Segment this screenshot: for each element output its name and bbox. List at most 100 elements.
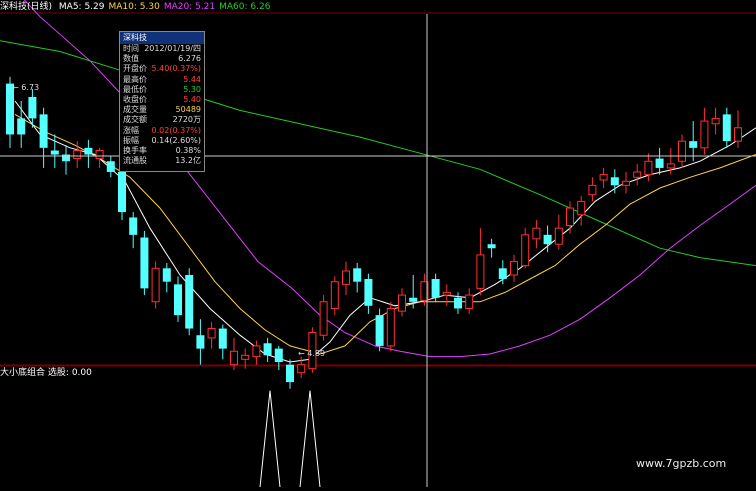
tooltip-row: 流通股 13.2亿 — [120, 156, 204, 166]
tooltip-value: 5.44 — [183, 74, 201, 84]
candle-body — [532, 227, 541, 240]
tooltip-key: 流通股 — [123, 156, 147, 166]
ma20-line — [23, 0, 756, 358]
indicator-signal-peak — [259, 390, 281, 488]
candle-body — [409, 297, 418, 302]
candle-body — [454, 297, 462, 309]
candle-body — [95, 150, 104, 160]
tooltip-value: 5.30 — [183, 84, 201, 94]
candle-body — [566, 207, 574, 226]
tooltip-row: 涨幅 0.02(0.37%) — [120, 126, 204, 136]
tooltip-value: 6.276 — [178, 54, 201, 64]
candle-body — [577, 200, 586, 216]
candle-body — [666, 163, 675, 169]
candle-body — [689, 141, 698, 148]
tooltip-row: 成交额 2720万 — [120, 115, 204, 125]
tooltip-row: 最低价 5.30 — [120, 85, 204, 95]
tooltip-key: 涨幅 — [123, 125, 139, 135]
tooltip-row: 时间 2012/01/19/四 — [120, 44, 204, 54]
candle-body — [375, 315, 384, 346]
tooltip-key: 收盘价 — [123, 95, 147, 105]
tooltip-row: 数值 6.276 — [120, 54, 204, 64]
tooltip-value: 0.02(0.37%) — [151, 125, 201, 135]
tooltip-row: 收盘价 5.40 — [120, 95, 204, 105]
candle-body — [330, 281, 339, 309]
candle-body — [151, 267, 160, 303]
chart-header: 深科技(日线) MA5: 5.29 MA10: 5.30 MA20: 5.21 MA6… — [0, 2, 278, 13]
tooltip-key: 成交额 — [123, 115, 147, 125]
candle-body — [106, 161, 115, 172]
indicator-header: 大小底组合 选股: 0.00 — [0, 368, 92, 379]
candle-body — [185, 275, 194, 329]
ma-legend-item: MA60: 6.26 — [219, 2, 271, 12]
tooltip-value: 13.2亿 — [175, 156, 201, 166]
candle-body — [218, 328, 227, 349]
tooltip-row: 振幅 0.14(2.60%) — [120, 136, 204, 146]
tooltip-title: 深科技 — [120, 32, 204, 44]
candle-body — [722, 114, 731, 142]
candle-body — [230, 350, 238, 366]
tooltip-key: 数值 — [123, 54, 139, 64]
candle-body — [633, 171, 642, 178]
candle-body — [140, 237, 149, 289]
indicator-sub-label: 选股: — [47, 368, 69, 378]
candle-body — [655, 158, 664, 168]
candle-body — [342, 270, 350, 285]
candle-body — [241, 354, 250, 360]
candle-body — [610, 177, 619, 186]
tooltip-row: 开盘价 5.40(0.37%) — [120, 64, 204, 74]
ma60-line — [0, 40, 756, 267]
candle-body — [252, 345, 261, 358]
candle-body — [263, 343, 272, 356]
candle-body — [73, 150, 82, 160]
candle-body — [398, 294, 406, 312]
candle-body — [487, 244, 496, 249]
low-price-label: ← 4.89 — [298, 349, 325, 358]
tooltip-value: 0.14(2.60%) — [151, 135, 201, 145]
candle-body — [465, 294, 474, 309]
tooltip-key: 振幅 — [123, 135, 139, 145]
candle-body — [364, 279, 373, 306]
candle-body — [622, 180, 630, 186]
candle-body — [734, 127, 742, 142]
tooltip-row: 最高价 5.44 — [120, 75, 204, 85]
tooltip-key: 成交量 — [123, 105, 147, 115]
tooltip-value: 2012/01/19/四 — [144, 44, 201, 53]
candle-body — [386, 307, 395, 347]
candle-body — [498, 268, 507, 280]
tooltip-value: 50489 — [175, 105, 201, 115]
candle-body — [678, 140, 686, 162]
candle-body — [118, 171, 126, 213]
data-tooltip: 深科技 时间 2012/01/19/四 数值 6.276 开盘价 5.40(0.37%) 最… — [119, 31, 205, 172]
tooltip-value: 5.40(0.37%) — [151, 64, 201, 74]
candle-body — [442, 291, 451, 296]
candle-body — [700, 120, 709, 149]
candle-body — [297, 364, 306, 374]
candle-body — [319, 301, 328, 336]
tooltip-value: 0.38% — [175, 146, 201, 156]
candle-body — [129, 217, 138, 235]
candle-body — [50, 150, 59, 155]
candle-body — [711, 117, 720, 125]
tooltip-key: 时间 — [123, 44, 139, 53]
ma-legend: MA5: 5.29 MA10: 5.30 MA20: 5.21 MA60: 6.26 — [59, 2, 275, 12]
indicator-label: 大小底组合 — [0, 368, 46, 378]
watermark: www.7gpzb.com — [636, 457, 727, 470]
tooltip-value: 2720万 — [172, 115, 201, 125]
candle-body — [521, 234, 530, 267]
candle-body — [554, 227, 563, 245]
tooltip-row: 换手率 0.38% — [120, 146, 204, 156]
ma-legend-item: MA10: 5.30 — [108, 2, 160, 12]
ma-legend-item: MA5: 5.29 — [58, 2, 105, 12]
candle-body — [207, 328, 216, 339]
candle-body — [84, 147, 93, 155]
candle-body — [543, 234, 552, 245]
chart-stage: ← 6.73 ← 4.89 深科技(日线) MA5: 5.29 MA10: 5.30… — [0, 0, 756, 488]
price-chart[interactable]: ← 6.73 ← 4.89 — [0, 0, 756, 488]
candle-body — [162, 268, 171, 282]
candle-body — [476, 254, 485, 289]
tooltip-key: 最高价 — [123, 74, 147, 84]
tooltip-key: 换手率 — [123, 146, 147, 156]
indicator-signal-peak — [299, 390, 321, 488]
candle-body — [353, 268, 362, 282]
